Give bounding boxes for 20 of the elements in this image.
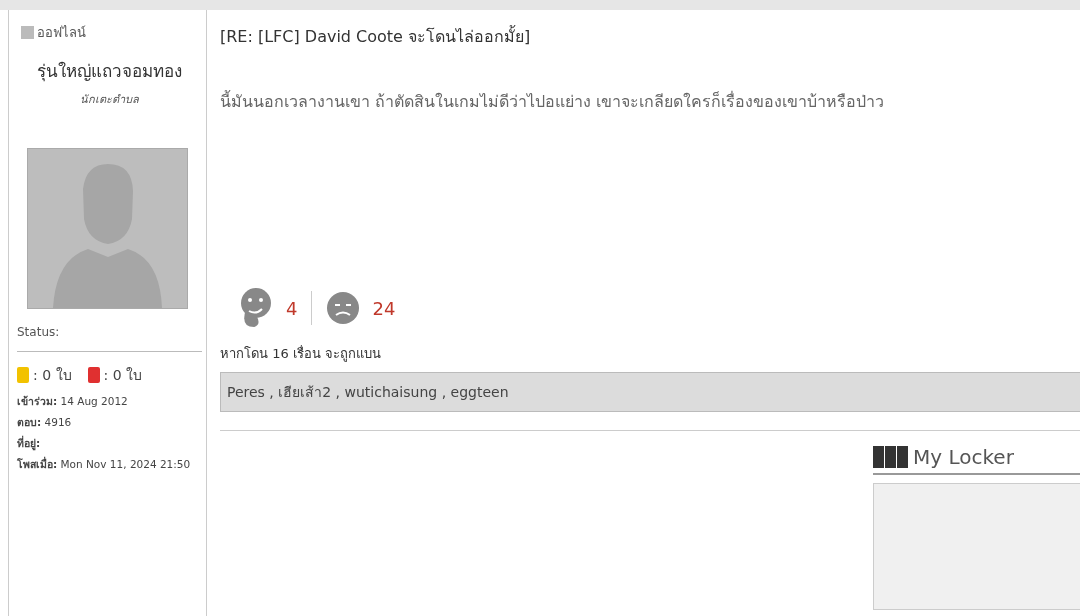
frowning-face-icon[interactable] — [326, 291, 361, 325]
voters-list: Peres , เฮียเส้า2 , wutichaisung , eggteen — [220, 372, 1080, 412]
member-info: เข้าร่วม: 14 Aug 2012 — [17, 394, 128, 409]
avatar-silhouette-icon — [27, 148, 188, 309]
member-info: โพสเมื่อ: Mon Nov 11, 2024 21:50 — [17, 455, 191, 472]
member-info: ตอบ: 4916 — [17, 415, 72, 430]
locker-title: My Locker — [913, 445, 1014, 469]
user-rank: นักเตะตำบล — [79, 92, 140, 108]
reaction-count: 4 — [286, 297, 298, 319]
card-count: : 0 ใบ — [103, 366, 143, 385]
post-title: [RE: [LFC] David Coote จะโดนไล่ออกมั้ย] — [220, 24, 532, 48]
card-count: : 0 ใบ — [33, 366, 72, 385]
status-label: ออฟไลน์ — [37, 24, 86, 42]
ban-notice: หากโดน 16 เรื่อน จะถูกแบน — [220, 344, 382, 364]
status-text: Status: — [17, 325, 61, 339]
username[interactable]: รุ่นใหญ่แถวจอมทอง — [17, 57, 202, 84]
reaction-count: 24 — [372, 297, 396, 319]
post-body: นี้มันนอกเวลางานเขา ถ้าตัดสินในเกมไม่ดีว่าไปอแย่าง เขาจะเกลียดใครก็เรื่องของเขาบ้าหรือป่าว — [220, 89, 886, 113]
locker-icon — [873, 446, 909, 468]
member-info: ที่อยู่: — [17, 434, 41, 453]
